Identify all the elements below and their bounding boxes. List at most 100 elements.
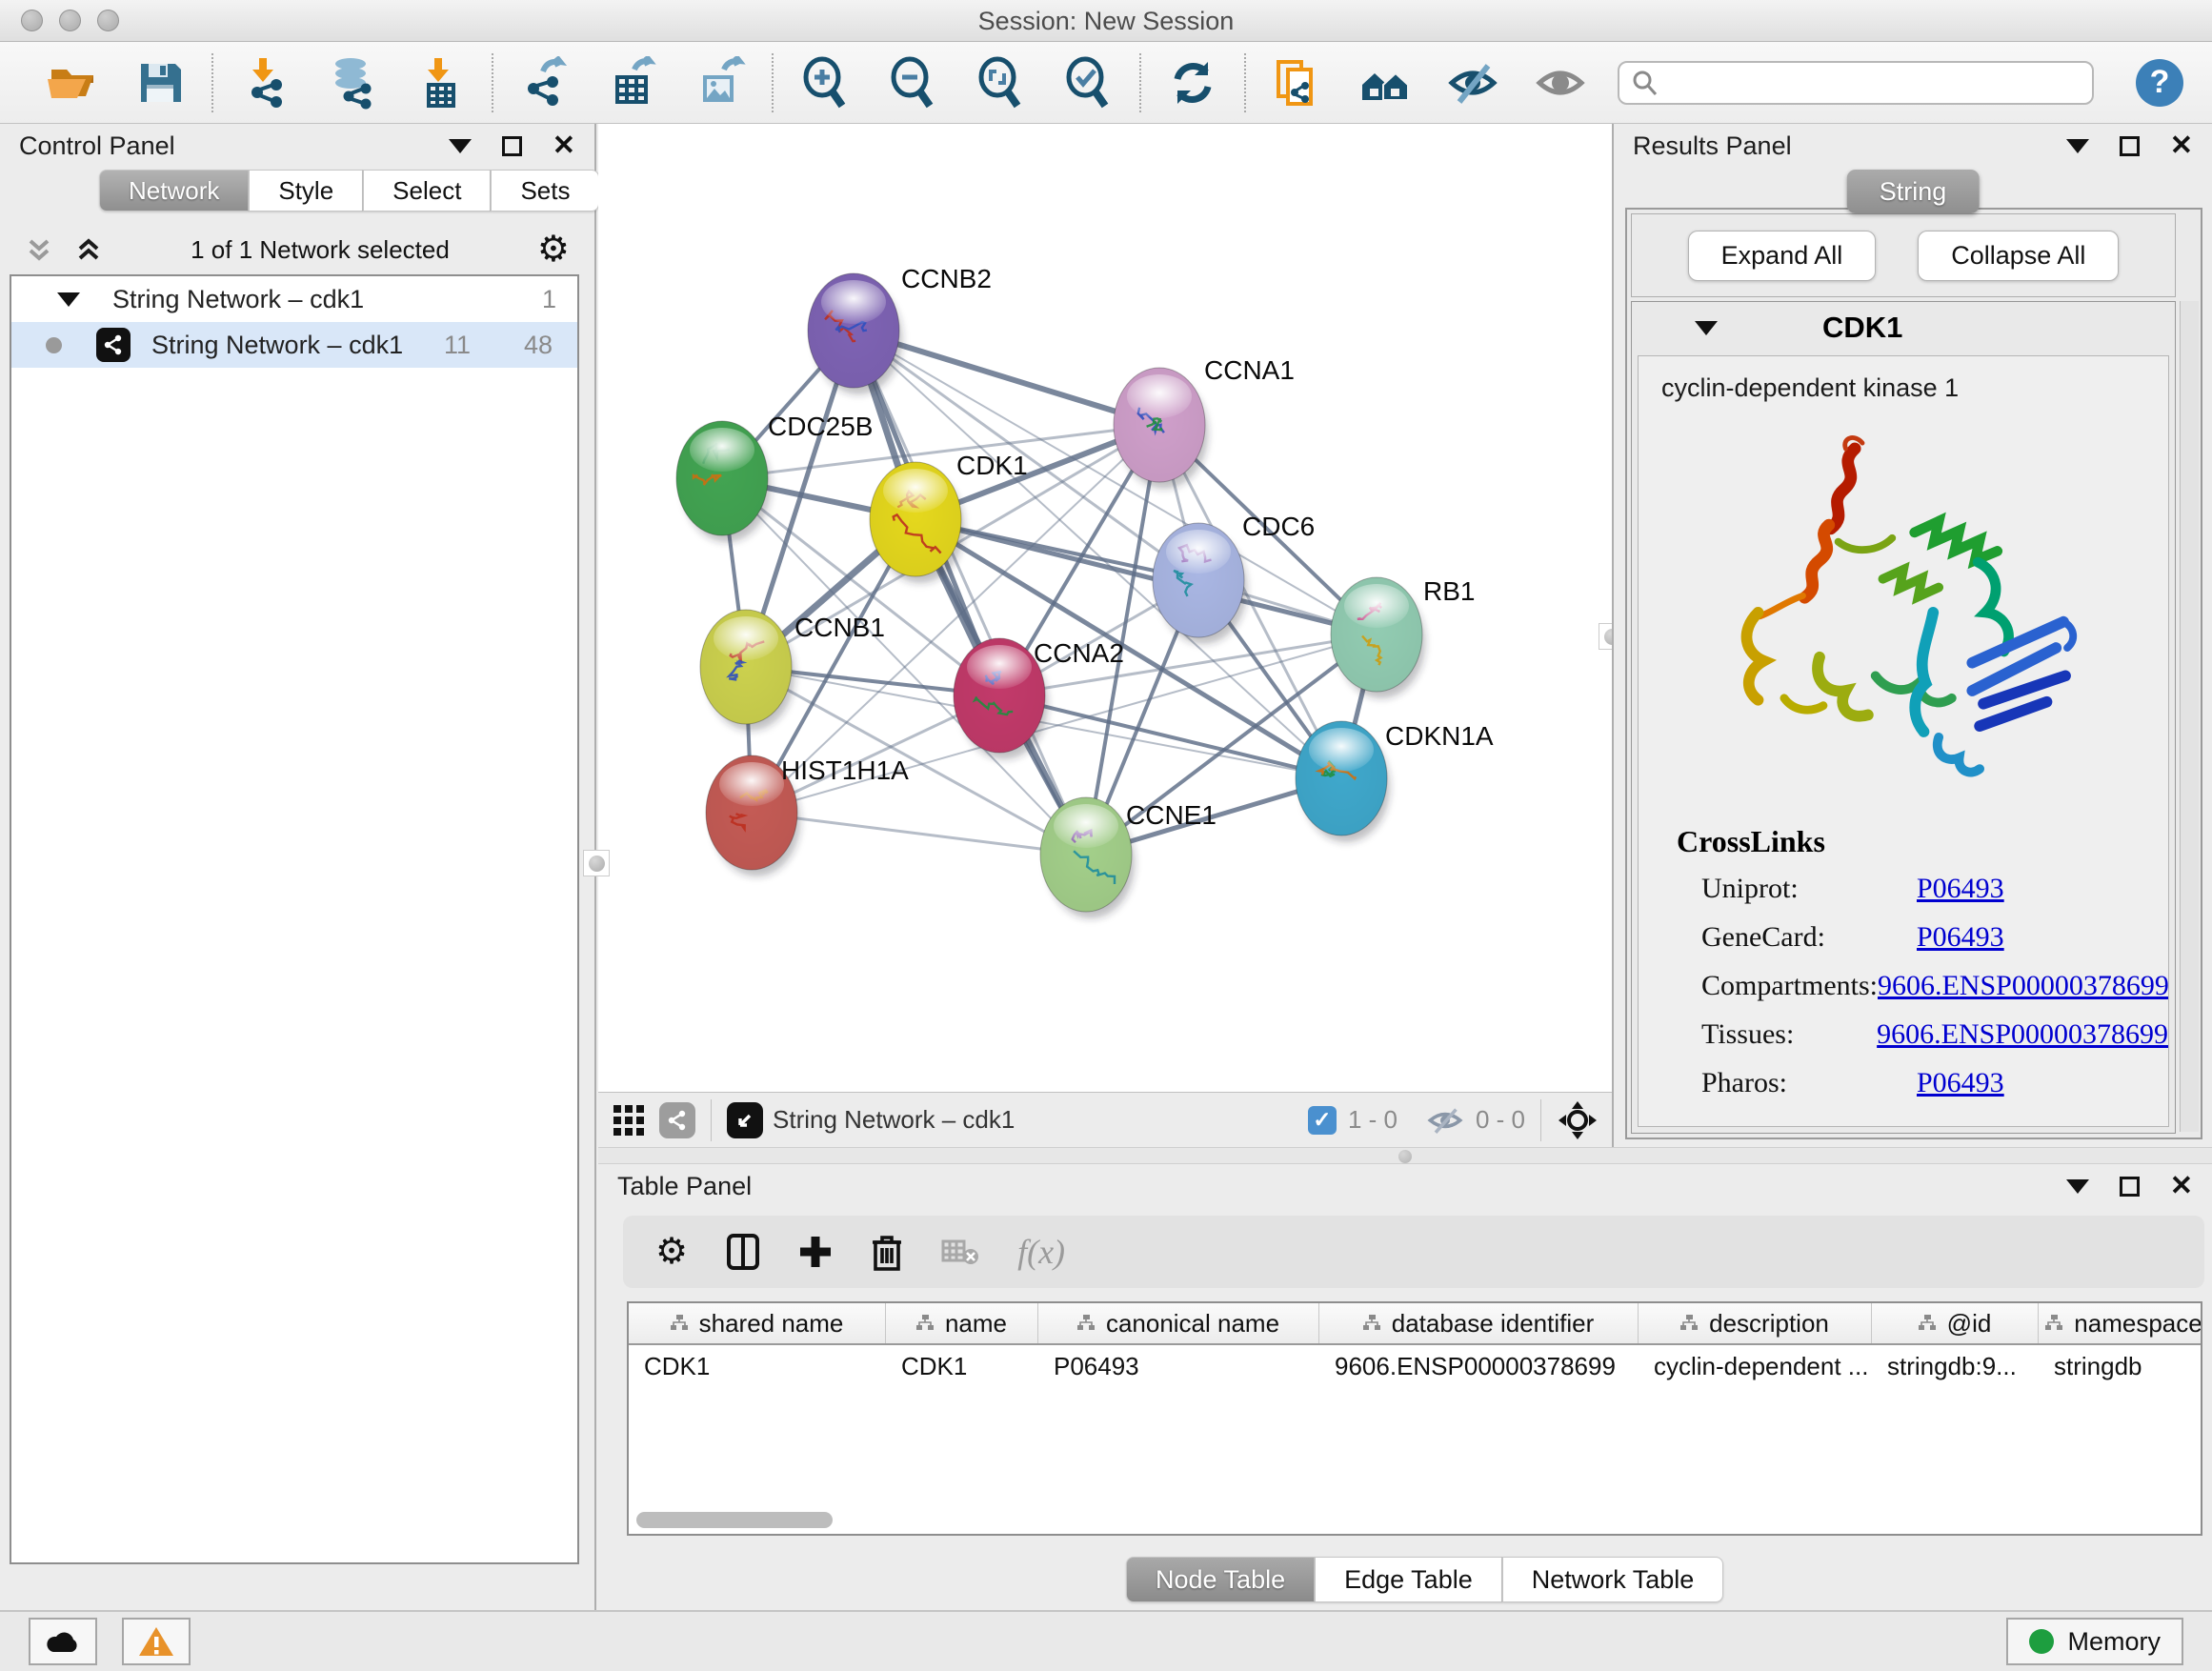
network-edge-HIST1H1A-CCNE1[interactable] bbox=[752, 813, 1086, 855]
column-header-description[interactable]: description bbox=[1639, 1303, 1872, 1343]
gene-section-header[interactable]: CDK1 bbox=[1632, 302, 2175, 353]
column-header-shared-name[interactable]: shared name bbox=[629, 1303, 886, 1343]
network-node-CCNE1[interactable] bbox=[1040, 797, 1135, 918]
import-table-button[interactable] bbox=[413, 56, 467, 110]
close-panel-icon[interactable]: ✕ bbox=[553, 132, 575, 160]
column-header-canonical-name[interactable]: canonical name bbox=[1038, 1303, 1319, 1343]
table-cell[interactable]: stringdb bbox=[2039, 1345, 2202, 1389]
table-hscrollbar[interactable] bbox=[636, 1512, 833, 1528]
help-button[interactable]: ? bbox=[2136, 59, 2183, 107]
column-header-database-identifier[interactable]: database identifier bbox=[1319, 1303, 1639, 1343]
network-node-CDK1[interactable] bbox=[870, 462, 964, 583]
maximize-panel-icon[interactable] bbox=[502, 136, 522, 156]
network-graph[interactable]: CCNB2CCNA1CDC25BCDK1CDC6RB1CCNB1CCNA2CDK… bbox=[598, 124, 1612, 1092]
collapse-all-networks-icon[interactable] bbox=[25, 235, 53, 264]
network-node-CDKN1A[interactable] bbox=[1296, 721, 1390, 842]
tab-string[interactable]: String bbox=[1847, 170, 1980, 213]
delete-column-icon[interactable] bbox=[871, 1233, 903, 1271]
export-table-button[interactable] bbox=[606, 56, 659, 110]
table-cell[interactable]: 9606.ENSP00000378699 bbox=[1319, 1345, 1639, 1389]
refresh-button[interactable] bbox=[1166, 56, 1219, 110]
add-column-icon[interactable] bbox=[798, 1235, 833, 1269]
expand-all-button[interactable]: Expand All bbox=[1688, 231, 1877, 281]
table-cell[interactable]: stringdb:9... bbox=[1872, 1345, 2039, 1389]
titlebar: Session: New Session bbox=[0, 0, 2212, 42]
network-node-CCNA1[interactable] bbox=[1114, 368, 1208, 489]
hide-details-button[interactable] bbox=[1446, 56, 1499, 110]
cloud-tasks-button[interactable] bbox=[29, 1618, 97, 1665]
float-panel-icon[interactable] bbox=[449, 139, 472, 153]
column-type-icon bbox=[671, 1315, 688, 1332]
crosslink-value-link[interactable]: P06493 bbox=[1917, 921, 2004, 954]
show-columns-icon[interactable] bbox=[726, 1233, 760, 1271]
left-splitter-handle[interactable] bbox=[583, 850, 610, 876]
results-scrollbar[interactable] bbox=[2180, 301, 2199, 1132]
open-session-button[interactable] bbox=[46, 56, 99, 110]
table-cell[interactable]: CDK1 bbox=[629, 1345, 886, 1389]
table-row[interactable]: CDK1CDK1P064939606.ENSP00000378699cyclin… bbox=[629, 1345, 2201, 1389]
column-header-name[interactable]: name bbox=[886, 1303, 1038, 1343]
column-header--id[interactable]: @id bbox=[1872, 1303, 2039, 1343]
network-node-RB1[interactable] bbox=[1331, 577, 1425, 698]
float-panel-icon[interactable] bbox=[2066, 139, 2089, 153]
show-details-button[interactable] bbox=[1534, 56, 1587, 110]
selected-checkbox-icon[interactable]: ✓ bbox=[1308, 1106, 1337, 1135]
zoom-fit-button[interactable] bbox=[974, 56, 1027, 110]
import-network-database-button[interactable] bbox=[326, 56, 379, 110]
network-node-CCNB2[interactable] bbox=[808, 273, 902, 394]
show-all-networks-button[interactable] bbox=[1358, 56, 1412, 110]
network-options-gear-icon[interactable]: ⚙ bbox=[537, 232, 570, 268]
section-expander-icon[interactable] bbox=[1695, 321, 1718, 335]
tab-sets[interactable]: Sets bbox=[491, 170, 599, 211]
maximize-panel-icon[interactable] bbox=[2120, 136, 2140, 156]
table-cell[interactable]: CDK1 bbox=[886, 1345, 1038, 1389]
pan-crosshair-icon[interactable] bbox=[1557, 1099, 1599, 1141]
tab-edge-table[interactable]: Edge Table bbox=[1315, 1557, 1502, 1602]
horizontal-splitter[interactable] bbox=[598, 1147, 2212, 1164]
float-panel-icon[interactable] bbox=[2066, 1179, 2089, 1194]
table-panel: Table Panel ✕ ⚙ f(x) shared namenamecano… bbox=[598, 1164, 2212, 1610]
network-row-selected[interactable]: String Network – cdk1 11 48 bbox=[11, 322, 577, 368]
maximize-panel-icon[interactable] bbox=[2120, 1177, 2140, 1197]
tab-network-table[interactable]: Network Table bbox=[1502, 1557, 1724, 1602]
crosslink-value-link[interactable]: P06493 bbox=[1917, 873, 2004, 905]
zoom-out-button[interactable] bbox=[886, 56, 939, 110]
network-collection-row[interactable]: String Network – cdk1 1 bbox=[11, 276, 577, 322]
close-panel-icon[interactable]: ✕ bbox=[2170, 132, 2193, 160]
grid-view-icon[interactable] bbox=[612, 1103, 646, 1137]
save-session-button[interactable] bbox=[133, 56, 187, 110]
detach-view-icon[interactable] bbox=[727, 1102, 763, 1138]
zoom-selected-button[interactable] bbox=[1061, 56, 1115, 110]
tab-style[interactable]: Style bbox=[249, 170, 363, 211]
control-panel-tabs: Network Style Select Sets bbox=[99, 170, 594, 211]
memory-button[interactable]: Memory bbox=[2006, 1618, 2183, 1665]
network-node-CCNB1[interactable] bbox=[700, 610, 794, 731]
export-network-button[interactable] bbox=[518, 56, 572, 110]
tab-network[interactable]: Network bbox=[99, 170, 249, 211]
crosslink-value-link[interactable]: P06493 bbox=[1917, 1067, 2004, 1099]
expand-all-networks-icon[interactable] bbox=[74, 235, 103, 264]
warnings-button[interactable] bbox=[122, 1618, 191, 1665]
tab-node-table[interactable]: Node Table bbox=[1126, 1557, 1315, 1602]
zoom-in-button[interactable] bbox=[798, 56, 852, 110]
network-canvas[interactable]: CCNB2CCNA1CDC25BCDK1CDC6RB1CCNB1CCNA2CDK… bbox=[598, 124, 1612, 1092]
crosslink-value-link[interactable]: 9606.ENSP00000378699 bbox=[1877, 1018, 2168, 1051]
clone-network-button[interactable] bbox=[1271, 56, 1324, 110]
tab-select[interactable]: Select bbox=[363, 170, 491, 211]
table-cell[interactable]: cyclin-dependent ... bbox=[1639, 1345, 1872, 1389]
gene-name: CDK1 bbox=[1822, 311, 1902, 345]
search-input[interactable] bbox=[1659, 69, 2079, 96]
collapse-all-button[interactable]: Collapse All bbox=[1918, 231, 2119, 281]
export-image-button[interactable] bbox=[694, 56, 747, 110]
birds-eye-view-icon[interactable] bbox=[659, 1102, 695, 1138]
eye-icon bbox=[1534, 56, 1587, 110]
column-header-namespace[interactable]: namespace bbox=[2039, 1303, 2202, 1343]
crosslink-value-link[interactable]: 9606.ENSP00000378699 bbox=[1878, 970, 2169, 1002]
close-panel-icon[interactable]: ✕ bbox=[2170, 1173, 2193, 1200]
network-node-CDC6[interactable] bbox=[1153, 523, 1247, 644]
search-field[interactable] bbox=[1618, 61, 2094, 105]
table-options-gear-icon[interactable]: ⚙ bbox=[655, 1234, 688, 1270]
collection-expander-icon[interactable] bbox=[57, 292, 80, 307]
import-network-file-button[interactable] bbox=[238, 56, 292, 110]
table-cell[interactable]: P06493 bbox=[1038, 1345, 1319, 1389]
